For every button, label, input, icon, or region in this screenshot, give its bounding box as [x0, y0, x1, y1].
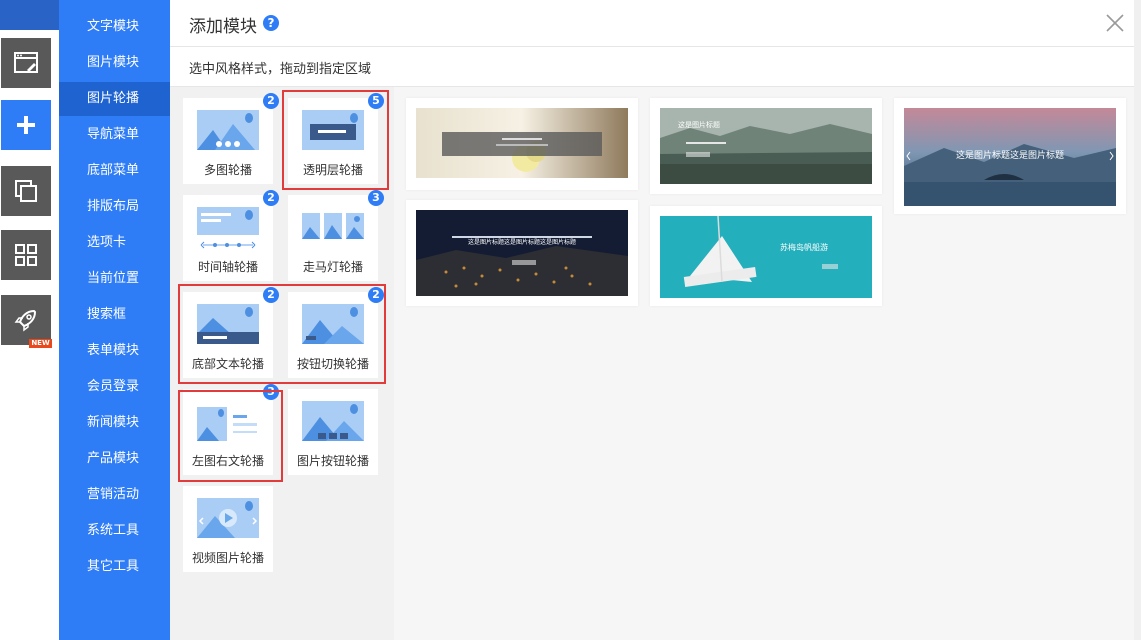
category-tabs[interactable]: 选项卡 — [59, 226, 170, 260]
style-label: 透明层轮播 — [302, 163, 363, 177]
style-transparent-layer-carousel[interactable]: 透明层轮播 5 — [288, 93, 384, 184]
style-count-badge: 2 — [263, 93, 279, 109]
category-marketing[interactable]: 营销活动 — [59, 478, 170, 512]
category-breadcrumb[interactable]: 当前位置 — [59, 262, 170, 296]
category-news-module[interactable]: 新闻模块 — [59, 406, 170, 440]
preview-caption: 这是图片标题这是图片标题这是图片标题 — [467, 239, 576, 246]
preview-caption: 苏梅岛帆船游 — [780, 243, 828, 252]
marketing-button[interactable] — [1, 295, 51, 345]
carousel-thumb-icon — [302, 110, 364, 150]
preview-image — [416, 210, 628, 296]
preview-card[interactable]: 苏梅岛帆船游 — [650, 206, 882, 306]
add-module-panel: 添加模块 ? 选中风格样式，拖动到指定区域 多图轮播 2 透明层轮播 5 时间轴… — [170, 0, 1141, 640]
style-label: 左图右文轮播 — [191, 454, 264, 468]
category-form-module[interactable]: 表单模块 — [59, 334, 170, 368]
preview-image — [416, 108, 628, 178]
category-image-carousel[interactable]: 图片轮播 — [59, 82, 170, 116]
pages-icon — [15, 180, 37, 202]
carousel-thumb-icon — [197, 304, 259, 344]
rail-header-strip — [0, 0, 59, 30]
style-multi-image-carousel[interactable]: 多图轮播 2 — [183, 93, 279, 184]
category-sidebar: 文字模块 图片模块 图片轮播 导航菜单 底部菜单 排版布局 选项卡 当前位置 搜… — [59, 0, 170, 640]
style-button-switch-carousel[interactable]: 按钮切换轮播 2 — [288, 287, 384, 378]
style-label: 图片按钮轮播 — [296, 454, 369, 468]
style-label: 按钮切换轮播 — [296, 357, 369, 371]
preview-card[interactable]: 这是图片标题这是图片标题这是图片标题 — [406, 200, 638, 306]
new-badge: NEW — [29, 339, 52, 348]
style-label: 视频图片轮播 — [191, 551, 264, 565]
carousel-thumb-icon — [197, 110, 259, 150]
carousel-thumb-icon — [302, 401, 364, 441]
style-count-badge: 2 — [368, 287, 384, 303]
carousel-thumb-icon — [302, 304, 364, 344]
add-module-button[interactable] — [1, 100, 51, 150]
style-image-button-carousel[interactable]: 图片按钮轮播 — [288, 389, 378, 475]
preview-caption: 这是图片标题这是图片标题 — [955, 151, 1064, 161]
pages-button[interactable] — [1, 166, 51, 216]
style-count-badge: 5 — [368, 93, 384, 109]
style-bottom-text-carousel[interactable]: 底部文本轮播 2 — [183, 287, 279, 378]
style-list: 多图轮播 2 透明层轮播 5 时间轴轮播 2 走马灯轮播 3 底部文本轮播 2 … — [170, 87, 394, 640]
preview-card[interactable]: 这是图片标题 — [650, 98, 882, 194]
layout-tools-button[interactable] — [1, 38, 51, 88]
add-icon — [17, 116, 35, 134]
category-system-tools[interactable]: 系统工具 — [59, 514, 170, 548]
layout-tools-icon — [14, 52, 38, 73]
style-count-badge: 2 — [263, 287, 279, 303]
category-member-login[interactable]: 会员登录 — [59, 370, 170, 404]
style-count-badge: 3 — [263, 384, 279, 400]
modules-grid-icon — [15, 244, 37, 266]
category-image-module[interactable]: 图片模块 — [59, 46, 170, 80]
style-count-badge: 3 — [368, 190, 384, 206]
carousel-thumb-icon — [302, 213, 364, 239]
close-icon[interactable] — [1104, 12, 1126, 34]
panel-title: 添加模块 — [189, 17, 257, 37]
category-other-tools[interactable]: 其它工具 — [59, 550, 170, 584]
style-timeline-carousel[interactable]: 时间轴轮播 2 — [183, 190, 279, 281]
preview-card[interactable] — [406, 98, 638, 190]
rocket-icon — [14, 309, 37, 332]
scrollbar[interactable] — [1134, 0, 1141, 640]
modules-grid-button[interactable] — [1, 230, 51, 280]
style-video-image-carousel[interactable]: 视频图片轮播 — [183, 486, 273, 572]
style-label: 走马灯轮播 — [302, 260, 363, 274]
carousel-thumb-icon — [197, 207, 259, 249]
style-label: 底部文本轮播 — [191, 357, 264, 371]
panel-instruction: 选中风格样式，拖动到指定区域 — [189, 62, 372, 77]
carousel-thumb-icon — [197, 407, 257, 441]
category-search-box[interactable]: 搜索框 — [59, 298, 170, 332]
style-left-image-right-text-carousel[interactable]: 左图右文轮播 3 — [183, 384, 279, 475]
style-label: 时间轴轮播 — [197, 260, 258, 274]
help-icon[interactable]: ? — [263, 15, 279, 31]
category-nav-menu[interactable]: 导航菜单 — [59, 118, 170, 152]
style-count-badge: 2 — [263, 190, 279, 206]
category-layout[interactable]: 排版布局 — [59, 190, 170, 224]
preview-image — [660, 216, 872, 298]
style-label: 多图轮播 — [203, 163, 252, 177]
header-divider — [170, 46, 1141, 47]
preview-card[interactable]: 这是图片标题这是图片标题 — [894, 98, 1126, 214]
icon-rail: NEW — [0, 0, 59, 640]
category-product-module[interactable]: 产品模块 — [59, 442, 170, 476]
style-preview-area: 这是图片标题 这是图片标题这是图片标题 这是图片标题这是图片标题这是图片标题 苏… — [394, 87, 1134, 640]
preview-caption: 这是图片标题 — [678, 121, 720, 129]
carousel-thumb-icon — [197, 498, 259, 538]
category-footer-menu[interactable]: 底部菜单 — [59, 154, 170, 188]
style-marquee-carousel[interactable]: 走马灯轮播 3 — [288, 190, 384, 281]
category-text-module[interactable]: 文字模块 — [59, 10, 170, 44]
